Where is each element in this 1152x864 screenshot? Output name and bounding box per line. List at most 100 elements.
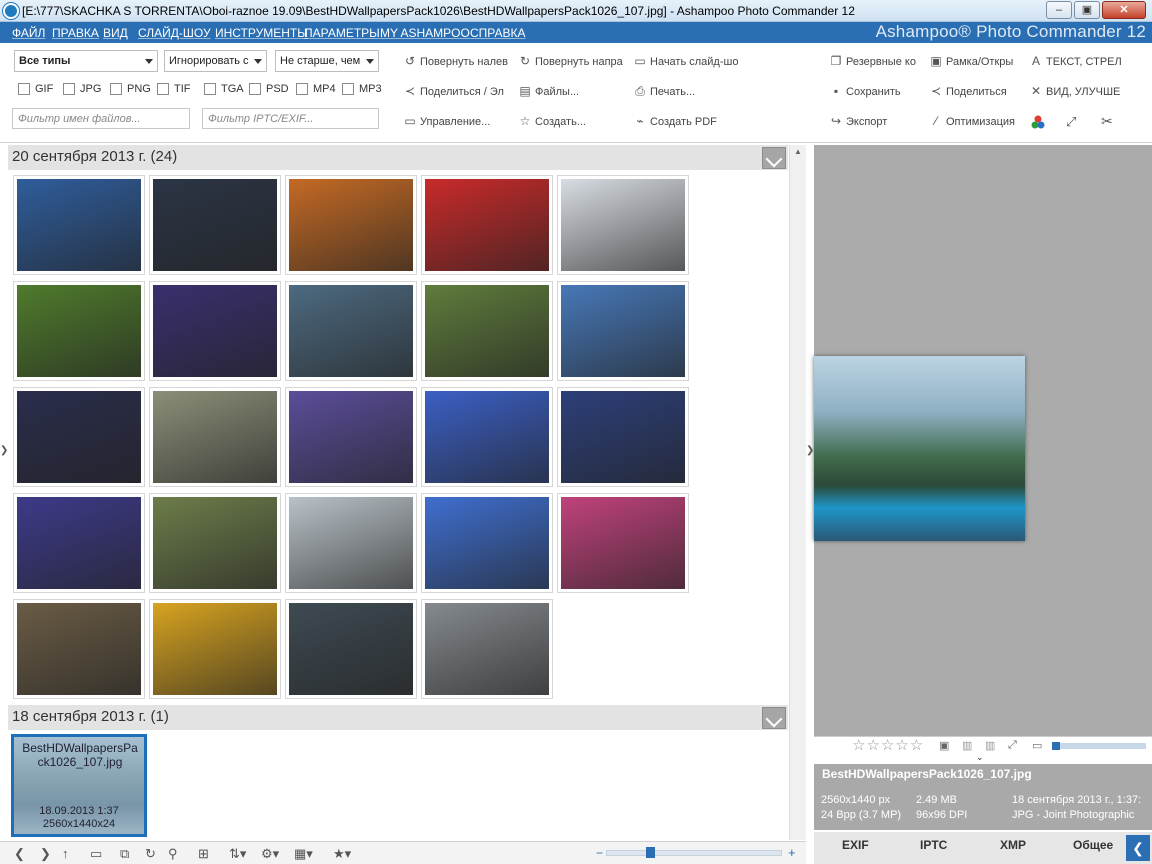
thumbnail-tanks[interactable] (13, 599, 145, 699)
monitor-icon[interactable]: ▭ (1032, 739, 1042, 752)
zoom-slider[interactable] (606, 850, 782, 856)
resize-icon[interactable]: ⤢ (1066, 114, 1076, 130)
tab-exif[interactable]: EXIF (842, 838, 869, 852)
thumbnail-red-cups[interactable] (421, 175, 553, 275)
fullscreen-icon[interactable]: ⤢ (1008, 739, 1017, 752)
maximize-button[interactable]: ▣ (1074, 1, 1100, 19)
frame-button[interactable]: ▣ Рамка/Откры (929, 54, 1017, 68)
thumbnail-autumn-road[interactable] (285, 175, 417, 275)
menu-help[interactable]: СПРАВКА (470, 26, 526, 40)
thumbnail-street-fighter[interactable] (149, 599, 281, 699)
text-arrows-button[interactable]: A ТЕКСТ, СТРЕЛ (1029, 54, 1125, 68)
thumbnail-deer-grass[interactable] (13, 281, 145, 381)
thumbnail-paris-night[interactable] (13, 493, 145, 593)
sort-icon[interactable]: ⇅▾ (229, 846, 246, 862)
app-icon[interactable] (3, 3, 19, 19)
export-button[interactable]: ↪ Экспорт (829, 114, 917, 128)
selected-thumbnail[interactable]: BestHDWallpapersPa ck1026_107.jpg 18.09.2… (11, 734, 147, 837)
create-button[interactable]: ☆ Создать... (518, 114, 624, 128)
menu-slideshow[interactable]: СЛАЙД-ШОУ (138, 26, 211, 40)
slideshow-button[interactable]: ▭ Начать слайд-шо (633, 54, 739, 68)
group-header[interactable]: 18 сентября 2013 г. (1) (8, 705, 788, 730)
tab-general[interactable]: Общее (1073, 838, 1113, 852)
star-filter-icon[interactable]: ★▾ (333, 846, 351, 862)
minimize-button[interactable]: ‒ (1046, 1, 1072, 19)
thumbnail-snow-mountains[interactable] (557, 281, 689, 381)
tab-iptc[interactable]: IPTC (920, 838, 947, 852)
zoom-slider-handle[interactable] (646, 847, 655, 858)
iptc-filter-input[interactable]: Фильтр IPTC/EXIF... (202, 108, 379, 129)
preview-zoom-handle[interactable] (1052, 742, 1060, 750)
search-icon[interactable]: ⚲ (168, 846, 178, 862)
gallery-scrollbar[interactable]: ▲ (789, 145, 806, 840)
menu-view[interactable]: ВИД (103, 26, 128, 40)
back-icon[interactable]: ❮ (14, 846, 25, 862)
rating-stars[interactable]: ☆☆☆☆☆ (852, 736, 924, 754)
thumbnail-oblivion-poster[interactable] (285, 493, 417, 593)
menu-tools[interactable]: ИНСТРУМЕНТЫ (215, 26, 308, 40)
tif-checkbox[interactable] (157, 83, 169, 95)
age-select[interactable]: Не старше, чем (275, 50, 379, 72)
new-folder-icon[interactable]: ⊞ (198, 846, 209, 862)
panel-icon[interactable]: ▭ (90, 846, 102, 862)
menu-parameters[interactable]: ПАРАМЕТРЫ (304, 26, 380, 40)
preview-zoom-slider[interactable] (1052, 743, 1146, 749)
manage-button[interactable]: ▭ Управление... (403, 114, 509, 128)
share-email-button[interactable]: ≺ Поделиться / Эл (403, 84, 509, 98)
type-select[interactable]: Все типы (14, 50, 158, 72)
chevron-down-icon[interactable]: ⌄ (976, 752, 984, 763)
chevron-down-icon[interactable] (762, 147, 786, 169)
thumbnail-forest-river[interactable] (421, 281, 553, 381)
thumbnail-island-lake[interactable] (149, 387, 281, 487)
thumbnail-blue-pier[interactable] (285, 387, 417, 487)
left-panel-toggle-icon[interactable]: ❯ (0, 445, 8, 465)
chevron-down-icon[interactable] (762, 707, 786, 729)
thumbnail-turbo-snails[interactable] (421, 493, 553, 593)
thumbnail-woman-cyborg[interactable] (149, 175, 281, 275)
zoom-in-icon[interactable]: + (788, 845, 796, 860)
histogram-icon[interactable]: ▥ (985, 739, 995, 752)
mp3-checkbox[interactable] (342, 83, 354, 95)
thumbnail-pink-beach[interactable] (557, 493, 689, 593)
group-header[interactable]: 20 сентября 2013 г. (24) (8, 145, 788, 170)
zoom-out-icon[interactable]: − (596, 846, 603, 860)
thumbnail-city-castle-night[interactable] (13, 175, 145, 275)
tab-xmp[interactable]: XMP (1000, 838, 1026, 852)
close-button[interactable]: ✕ (1102, 1, 1146, 19)
psd-checkbox[interactable] (249, 83, 261, 95)
png-checkbox[interactable] (110, 83, 122, 95)
backup-button[interactable]: ❐ Резервные ко (829, 54, 917, 68)
forward-icon[interactable]: ❯ (40, 846, 51, 862)
menu-edit[interactable]: ПРАВКА (52, 26, 99, 40)
refresh-icon[interactable]: ↻ (145, 846, 156, 862)
ignore-select[interactable]: Игнорировать с (164, 50, 267, 72)
thumbnail-space-shuttle[interactable] (557, 175, 689, 275)
thumbnail-canal-houses[interactable] (557, 387, 689, 487)
color-icon[interactable] (1031, 115, 1045, 129)
filename-filter-input[interactable]: Фильтр имен файлов... (12, 108, 190, 129)
view-grid-icon[interactable]: ▦▾ (294, 846, 313, 862)
thumbnail-white-cat[interactable] (421, 387, 553, 487)
thumbnail-rabbits-grass[interactable] (149, 493, 281, 593)
menu-file[interactable]: ФАЙЛ (12, 26, 45, 40)
menu-my-ashampoo[interactable]: MY ASHAMPOO (380, 26, 470, 40)
jpg-checkbox[interactable] (63, 83, 75, 95)
share-button[interactable]: ≺ Поделиться (929, 84, 1017, 98)
optimize-button[interactable]: ⁄ Оптимизация (929, 114, 1021, 128)
right-panel-toggle-icon[interactable]: ❯ (806, 445, 814, 465)
rotate-left-button[interactable]: ↺ Повернуть налев (403, 54, 509, 68)
files-button[interactable]: ▤ Файлы... (518, 84, 624, 98)
mp4-checkbox[interactable] (296, 83, 308, 95)
thumbnail-night-skyline[interactable] (149, 281, 281, 381)
select-icon[interactable]: ⧉ (120, 846, 129, 862)
scroll-up-icon[interactable]: ▲ (794, 147, 802, 156)
create-pdf-button[interactable]: ⌁ Создать PDF (633, 114, 739, 128)
preview-image[interactable] (814, 356, 1025, 541)
up-folder-icon[interactable]: ↑ (62, 846, 69, 861)
scissors-icon[interactable]: ✂ (1101, 113, 1113, 130)
save-button[interactable]: ▪ Сохранить (829, 84, 917, 98)
collapse-panel-icon[interactable]: ❮ (1126, 835, 1150, 861)
gif-checkbox[interactable] (18, 83, 30, 95)
view-enhance-button[interactable]: ✕ ВИД, УЛУЧШЕ (1029, 84, 1125, 98)
image-icon[interactable]: ▣ (939, 739, 949, 752)
